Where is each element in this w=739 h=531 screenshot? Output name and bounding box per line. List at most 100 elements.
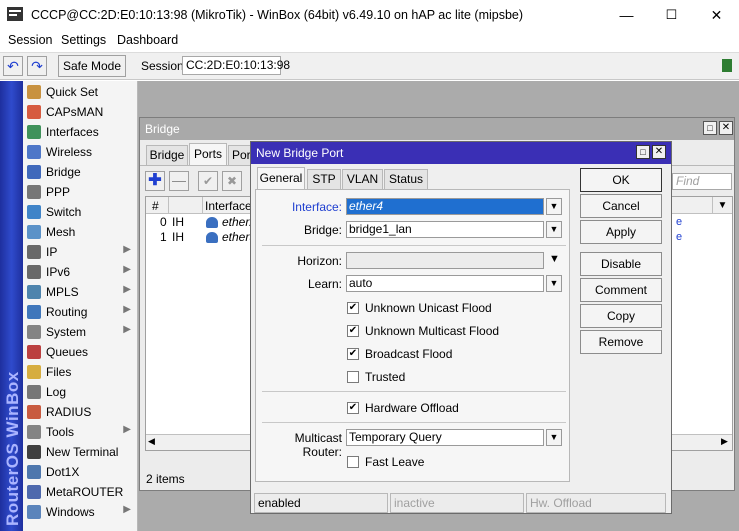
scroll-right-icon[interactable]: ▶ [721,436,728,447]
sidebar-item-wireless[interactable]: Wireless [23,142,138,162]
unknown-unicast-flood-checkbox-row[interactable]: ✔ Unknown Unicast Flood [347,301,547,315]
interface-select[interactable]: ether4 [346,198,544,215]
hardware-offload-checkbox[interactable]: ✔ [347,402,359,414]
trusted-checkbox-row[interactable]: Trusted [347,370,547,384]
column-menu-icon[interactable]: ▼ [712,197,732,214]
tab-status[interactable]: Status [384,169,428,189]
sidebar-item-ppp[interactable]: PPP [23,182,138,202]
sidebar-item-ipv6[interactable]: IPv6 ▶ [23,262,138,282]
disable-icon[interactable]: ✖ [222,171,242,191]
remove-icon[interactable]: — [169,171,189,191]
interface-label: Interface: [291,200,342,214]
broadcast-flood-checkbox[interactable]: ✔ [347,348,359,360]
column-interface[interactable]: Interface [205,199,252,213]
multicast-router-dropdown-icon[interactable]: ▼ [546,429,562,446]
sidebar-item-capsman[interactable]: CAPsMAN [23,102,138,122]
sidebar-item-log[interactable]: Log [23,382,138,402]
tab-port-extensions[interactable]: Por [228,145,252,165]
dialog-close-icon[interactable]: ✕ [652,145,666,159]
sidebar-item-mesh[interactable]: Mesh [23,222,138,242]
enable-icon[interactable]: ✔ [198,171,218,191]
sidebar-item-metarouter[interactable]: MetaROUTER [23,482,138,502]
bridge-dropdown-icon[interactable]: ▼ [546,221,562,238]
learn-label: Learn: [307,277,342,291]
find-input[interactable]: Find [672,173,732,190]
horizon-label: Horizon: [297,254,342,268]
queues-icon [27,345,41,359]
sidebar-item-system[interactable]: System ▶ [23,322,138,342]
sidebar-item-switch[interactable]: Switch [23,202,138,222]
safe-mode-button[interactable]: Safe Mode [58,55,126,77]
disable-button[interactable]: Disable [580,252,662,276]
sidebar-item-radius[interactable]: RADIUS [23,402,138,422]
mesh-icon [27,225,41,239]
fast-leave-checkbox-row[interactable]: Fast Leave [347,455,547,469]
tools-icon [27,425,41,439]
session-field[interactable]: CC:2D:E0:10:13:98 [182,56,290,75]
horizon-dropdown-icon[interactable]: ▼ [549,253,560,265]
maximize-button[interactable]: ☐ [649,0,694,30]
menu-settings[interactable]: Settings [61,33,106,47]
bridge-icon [27,165,41,179]
new-bridge-port-dialog: New Bridge Port □ ✕ General STP VLAN Sta… [250,141,672,514]
dialog-maximize-icon[interactable]: □ [636,145,650,159]
learn-select[interactable]: auto [346,275,544,292]
broadcast-flood-checkbox-row[interactable]: ✔ Broadcast Flood [347,347,547,361]
sidebar-item-label: New Terminal [46,445,119,459]
tab-general[interactable]: General [257,167,305,189]
unknown-multicast-flood-label: Unknown Multicast Flood [365,324,500,338]
sidebar-item-routing[interactable]: Routing ▶ [23,302,138,322]
bridge-maximize-icon[interactable]: □ [703,121,717,135]
unknown-multicast-flood-checkbox[interactable]: ✔ [347,325,359,337]
sidebar-item-queues[interactable]: Queues [23,342,138,362]
sidebar-item-files[interactable]: Files [23,362,138,382]
submenu-arrow-icon: ▶ [123,504,131,515]
tab-stp[interactable]: STP [307,169,341,189]
comment-button[interactable]: Comment [580,278,662,302]
fast-leave-checkbox[interactable] [347,456,359,468]
sidebar-item-dot1x[interactable]: Dot1X [23,462,138,482]
sidebar-item-interfaces[interactable]: Interfaces [23,122,138,142]
sidebar-item-label: IP [46,245,58,259]
learn-dropdown-icon[interactable]: ▼ [546,275,562,292]
undo-button[interactable]: ↶ [3,56,23,76]
scroll-left-icon[interactable]: ◀ [148,436,155,447]
trusted-checkbox[interactable] [347,371,359,383]
minimize-button[interactable]: — [604,0,649,30]
multicast-router-label: Multicast Router: [294,431,342,459]
add-icon[interactable]: ✚ [145,171,165,191]
tab-bridge[interactable]: Bridge [146,145,188,165]
menu-session[interactable]: Session [8,33,52,47]
sidebar-item-label: Routing [46,305,88,319]
unknown-unicast-flood-checkbox[interactable]: ✔ [347,302,359,314]
close-button[interactable]: ✕ [694,0,739,30]
tab-ports[interactable]: Ports [189,143,227,165]
sidebar-item-label: PPP [46,185,71,199]
apply-button[interactable]: Apply [580,220,662,244]
menu-dashboard[interactable]: Dashboard [117,33,178,47]
column-number[interactable]: # [152,199,159,213]
copy-button[interactable]: Copy [580,304,662,328]
sidebar-item-new-terminal[interactable]: New Terminal [23,442,138,462]
hardware-offload-checkbox-row[interactable]: ✔ Hardware Offload [347,401,547,415]
remove-button[interactable]: Remove [580,330,662,354]
unknown-multicast-flood-checkbox-row[interactable]: ✔ Unknown Multicast Flood [347,324,547,338]
metarouter-icon [27,485,41,499]
ok-button[interactable]: OK [580,168,662,192]
interface-dropdown-icon[interactable]: ▼ [546,198,562,215]
tab-vlan[interactable]: VLAN [342,169,383,189]
sidebar-item-bridge[interactable]: Bridge [23,162,138,182]
cancel-button[interactable]: Cancel [580,194,662,218]
multicast-router-select[interactable]: Temporary Query [346,429,544,446]
sidebar-item-ip[interactable]: IP ▶ [23,242,138,262]
status-hw-offload: Hw. Offload [526,493,666,513]
sidebar-item-windows[interactable]: Windows ▶ [23,502,138,522]
radius-icon [27,405,41,419]
bridge-close-icon[interactable]: ✕ [719,121,733,135]
sidebar-item-quick-set[interactable]: Quick Set [23,82,138,102]
redo-button[interactable]: ↷ [27,56,47,76]
sidebar-item-tools[interactable]: Tools ▶ [23,422,138,442]
bridge-select[interactable]: bridge1_lan [346,221,544,238]
sidebar-item-mpls[interactable]: MPLS ▶ [23,282,138,302]
horizon-input[interactable] [346,252,544,269]
